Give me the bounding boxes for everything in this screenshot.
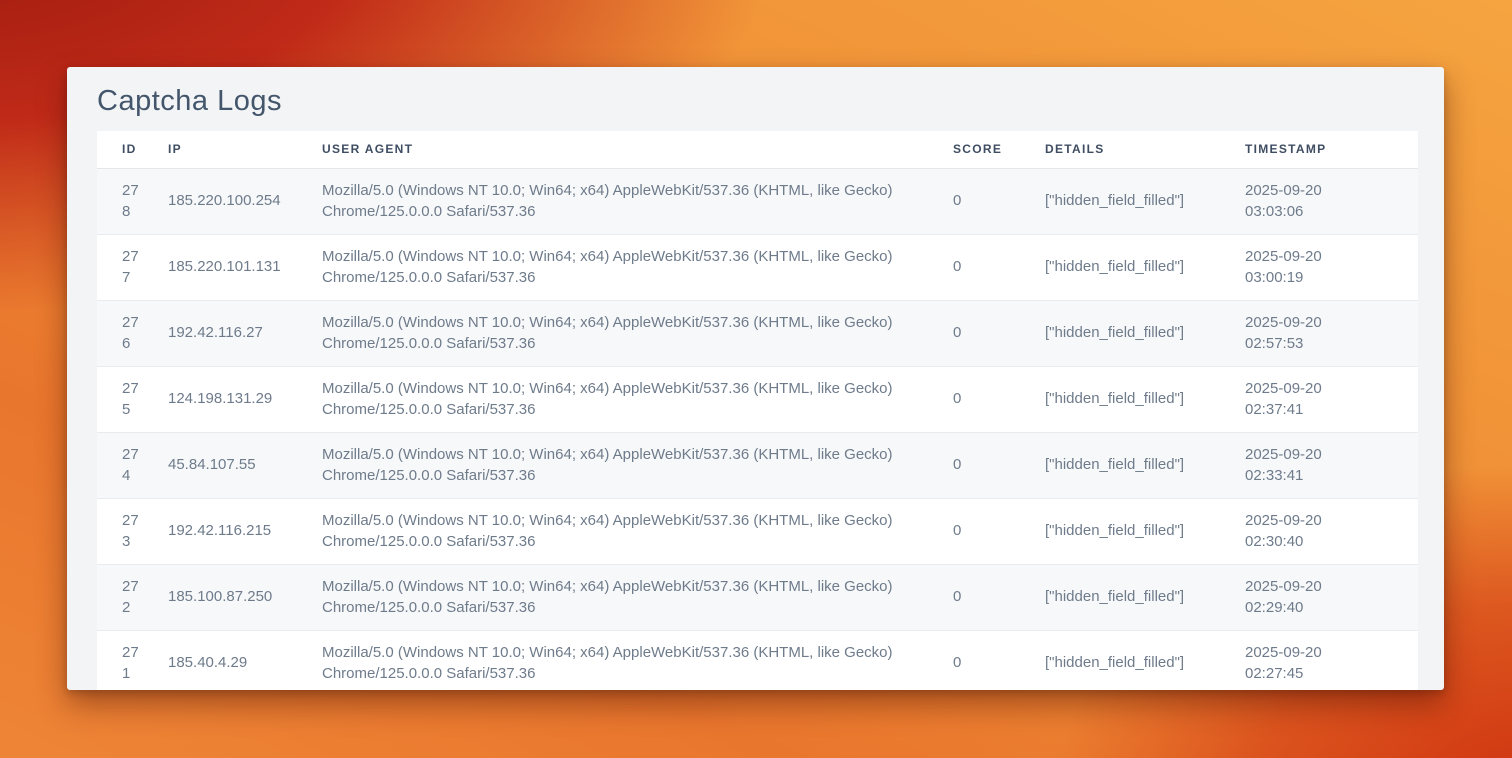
cell-user-agent: Mozilla/5.0 (Windows NT 10.0; Win64; x64… xyxy=(322,366,953,432)
captcha-logs-card: Captcha Logs ID IP USER AGENT SCORE DETA… xyxy=(67,67,1444,690)
table-row: 278185.220.100.254Mozilla/5.0 (Windows N… xyxy=(97,168,1418,234)
cell-id: 273 xyxy=(97,498,168,564)
cell-timestamp: 2025-09-20 03:03:06 xyxy=(1245,168,1418,234)
column-header-id: ID xyxy=(97,131,168,168)
cell-timestamp: 2025-09-20 02:30:40 xyxy=(1245,498,1418,564)
cell-ip: 185.220.101.131 xyxy=(168,234,322,300)
column-header-score: SCORE xyxy=(953,131,1045,168)
cell-score: 0 xyxy=(953,234,1045,300)
cell-score: 0 xyxy=(953,168,1045,234)
cell-details: ["hidden_field_filled"] xyxy=(1045,564,1245,630)
cell-ip: 192.42.116.215 xyxy=(168,498,322,564)
cell-details: ["hidden_field_filled"] xyxy=(1045,168,1245,234)
cell-details: ["hidden_field_filled"] xyxy=(1045,366,1245,432)
cell-score: 0 xyxy=(953,498,1045,564)
table-row: 273192.42.116.215Mozilla/5.0 (Windows NT… xyxy=(97,498,1418,564)
cell-ip: 45.84.107.55 xyxy=(168,432,322,498)
cell-details: ["hidden_field_filled"] xyxy=(1045,300,1245,366)
cell-ip: 185.40.4.29 xyxy=(168,630,322,690)
cell-id: 276 xyxy=(97,300,168,366)
cell-timestamp: 2025-09-20 02:57:53 xyxy=(1245,300,1418,366)
cell-user-agent: Mozilla/5.0 (Windows NT 10.0; Win64; x64… xyxy=(322,300,953,366)
table-body: 278185.220.100.254Mozilla/5.0 (Windows N… xyxy=(97,168,1418,690)
cell-score: 0 xyxy=(953,564,1045,630)
cell-ip: 124.198.131.29 xyxy=(168,366,322,432)
page-title: Captcha Logs xyxy=(97,83,1418,119)
cell-score: 0 xyxy=(953,630,1045,690)
column-header-timestamp: TIMESTAMP xyxy=(1245,131,1418,168)
cell-details: ["hidden_field_filled"] xyxy=(1045,432,1245,498)
cell-score: 0 xyxy=(953,300,1045,366)
cell-timestamp: 2025-09-20 02:29:40 xyxy=(1245,564,1418,630)
cell-ip: 185.100.87.250 xyxy=(168,564,322,630)
cell-id: 271 xyxy=(97,630,168,690)
cell-timestamp: 2025-09-20 02:37:41 xyxy=(1245,366,1418,432)
cell-timestamp: 2025-09-20 03:00:19 xyxy=(1245,234,1418,300)
cell-timestamp: 2025-09-20 02:27:45 xyxy=(1245,630,1418,690)
table-row: 272185.100.87.250Mozilla/5.0 (Windows NT… xyxy=(97,564,1418,630)
table-header-row: ID IP USER AGENT SCORE DETAILS TIMESTAMP xyxy=(97,131,1418,168)
cell-details: ["hidden_field_filled"] xyxy=(1045,498,1245,564)
table-row: 277185.220.101.131Mozilla/5.0 (Windows N… xyxy=(97,234,1418,300)
cell-id: 277 xyxy=(97,234,168,300)
cell-id: 274 xyxy=(97,432,168,498)
cell-user-agent: Mozilla/5.0 (Windows NT 10.0; Win64; x64… xyxy=(322,432,953,498)
cell-user-agent: Mozilla/5.0 (Windows NT 10.0; Win64; x64… xyxy=(322,498,953,564)
cell-user-agent: Mozilla/5.0 (Windows NT 10.0; Win64; x64… xyxy=(322,564,953,630)
cell-timestamp: 2025-09-20 02:33:41 xyxy=(1245,432,1418,498)
cell-details: ["hidden_field_filled"] xyxy=(1045,234,1245,300)
cell-score: 0 xyxy=(953,432,1045,498)
column-header-details: DETAILS xyxy=(1045,131,1245,168)
cell-id: 278 xyxy=(97,168,168,234)
column-header-user-agent: USER AGENT xyxy=(322,131,953,168)
table-row: 27445.84.107.55Mozilla/5.0 (Windows NT 1… xyxy=(97,432,1418,498)
cell-user-agent: Mozilla/5.0 (Windows NT 10.0; Win64; x64… xyxy=(322,630,953,690)
page-background: { "title": "Captcha Logs", "theme": { "b… xyxy=(0,0,1512,758)
table-row: 275124.198.131.29Mozilla/5.0 (Windows NT… xyxy=(97,366,1418,432)
cell-ip: 185.220.100.254 xyxy=(168,168,322,234)
table-row: 276192.42.116.27Mozilla/5.0 (Windows NT … xyxy=(97,300,1418,366)
cell-user-agent: Mozilla/5.0 (Windows NT 10.0; Win64; x64… xyxy=(322,234,953,300)
cell-id: 275 xyxy=(97,366,168,432)
column-header-ip: IP xyxy=(168,131,322,168)
cell-ip: 192.42.116.27 xyxy=(168,300,322,366)
table-row: 271185.40.4.29Mozilla/5.0 (Windows NT 10… xyxy=(97,630,1418,690)
cell-id: 272 xyxy=(97,564,168,630)
captcha-logs-table: ID IP USER AGENT SCORE DETAILS TIMESTAMP… xyxy=(97,131,1418,690)
cell-details: ["hidden_field_filled"] xyxy=(1045,630,1245,690)
cell-score: 0 xyxy=(953,366,1045,432)
cell-user-agent: Mozilla/5.0 (Windows NT 10.0; Win64; x64… xyxy=(322,168,953,234)
